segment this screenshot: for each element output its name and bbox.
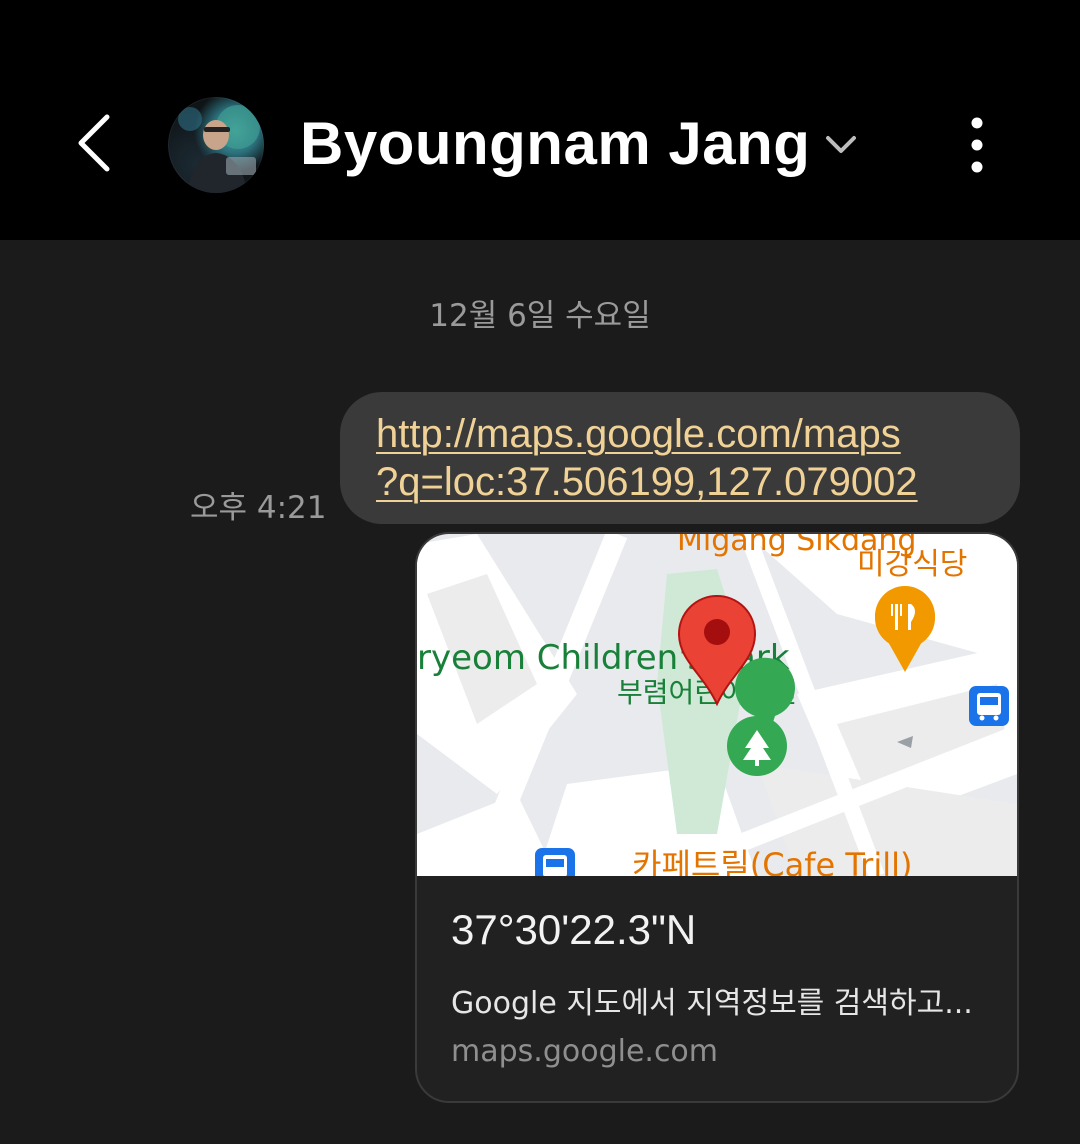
preview-title: 37°30'22.3"N xyxy=(451,906,697,953)
back-icon xyxy=(78,114,110,172)
date-separator: 12월 6일 수요일 xyxy=(429,298,651,334)
message-timestamp: 오후 4:21 xyxy=(190,490,327,526)
map-label-cafe: 카페트릴(Cafe Trill) xyxy=(632,846,912,876)
chevron-down-icon xyxy=(826,136,856,153)
more-options-button[interactable] xyxy=(952,110,1002,180)
message-bubble[interactable]: http://maps.google.com/maps ?q=loc:37.50… xyxy=(340,392,1020,524)
preview-description: Google 지도에서 지역정보를 검색하고... xyxy=(451,986,973,1021)
app-header: Byoungnam Jang xyxy=(0,0,1080,240)
preview-domain: maps.google.com xyxy=(451,1034,719,1069)
contact-name[interactable]: Byoungnam Jang xyxy=(300,108,810,180)
bus-stop-icon xyxy=(969,686,1009,726)
map-thumbnail: Migang Sikdang 미강식당 ryeom Children's Par… xyxy=(417,534,1017,876)
map-label-restaurant-ko: 미강식당 xyxy=(857,547,967,582)
message-link-line1[interactable]: http://maps.google.com/maps xyxy=(376,410,984,458)
more-vert-icon xyxy=(971,117,983,173)
message-link-line2[interactable]: ?q=loc:37.506199,127.079002 xyxy=(376,458,984,506)
contact-details-button[interactable] xyxy=(818,124,864,164)
avatar[interactable] xyxy=(168,97,264,193)
link-preview-card[interactable]: Migang Sikdang 미강식당 ryeom Children's Par… xyxy=(415,532,1019,1103)
bus-stop-icon xyxy=(535,848,575,876)
back-button[interactable] xyxy=(60,108,130,178)
